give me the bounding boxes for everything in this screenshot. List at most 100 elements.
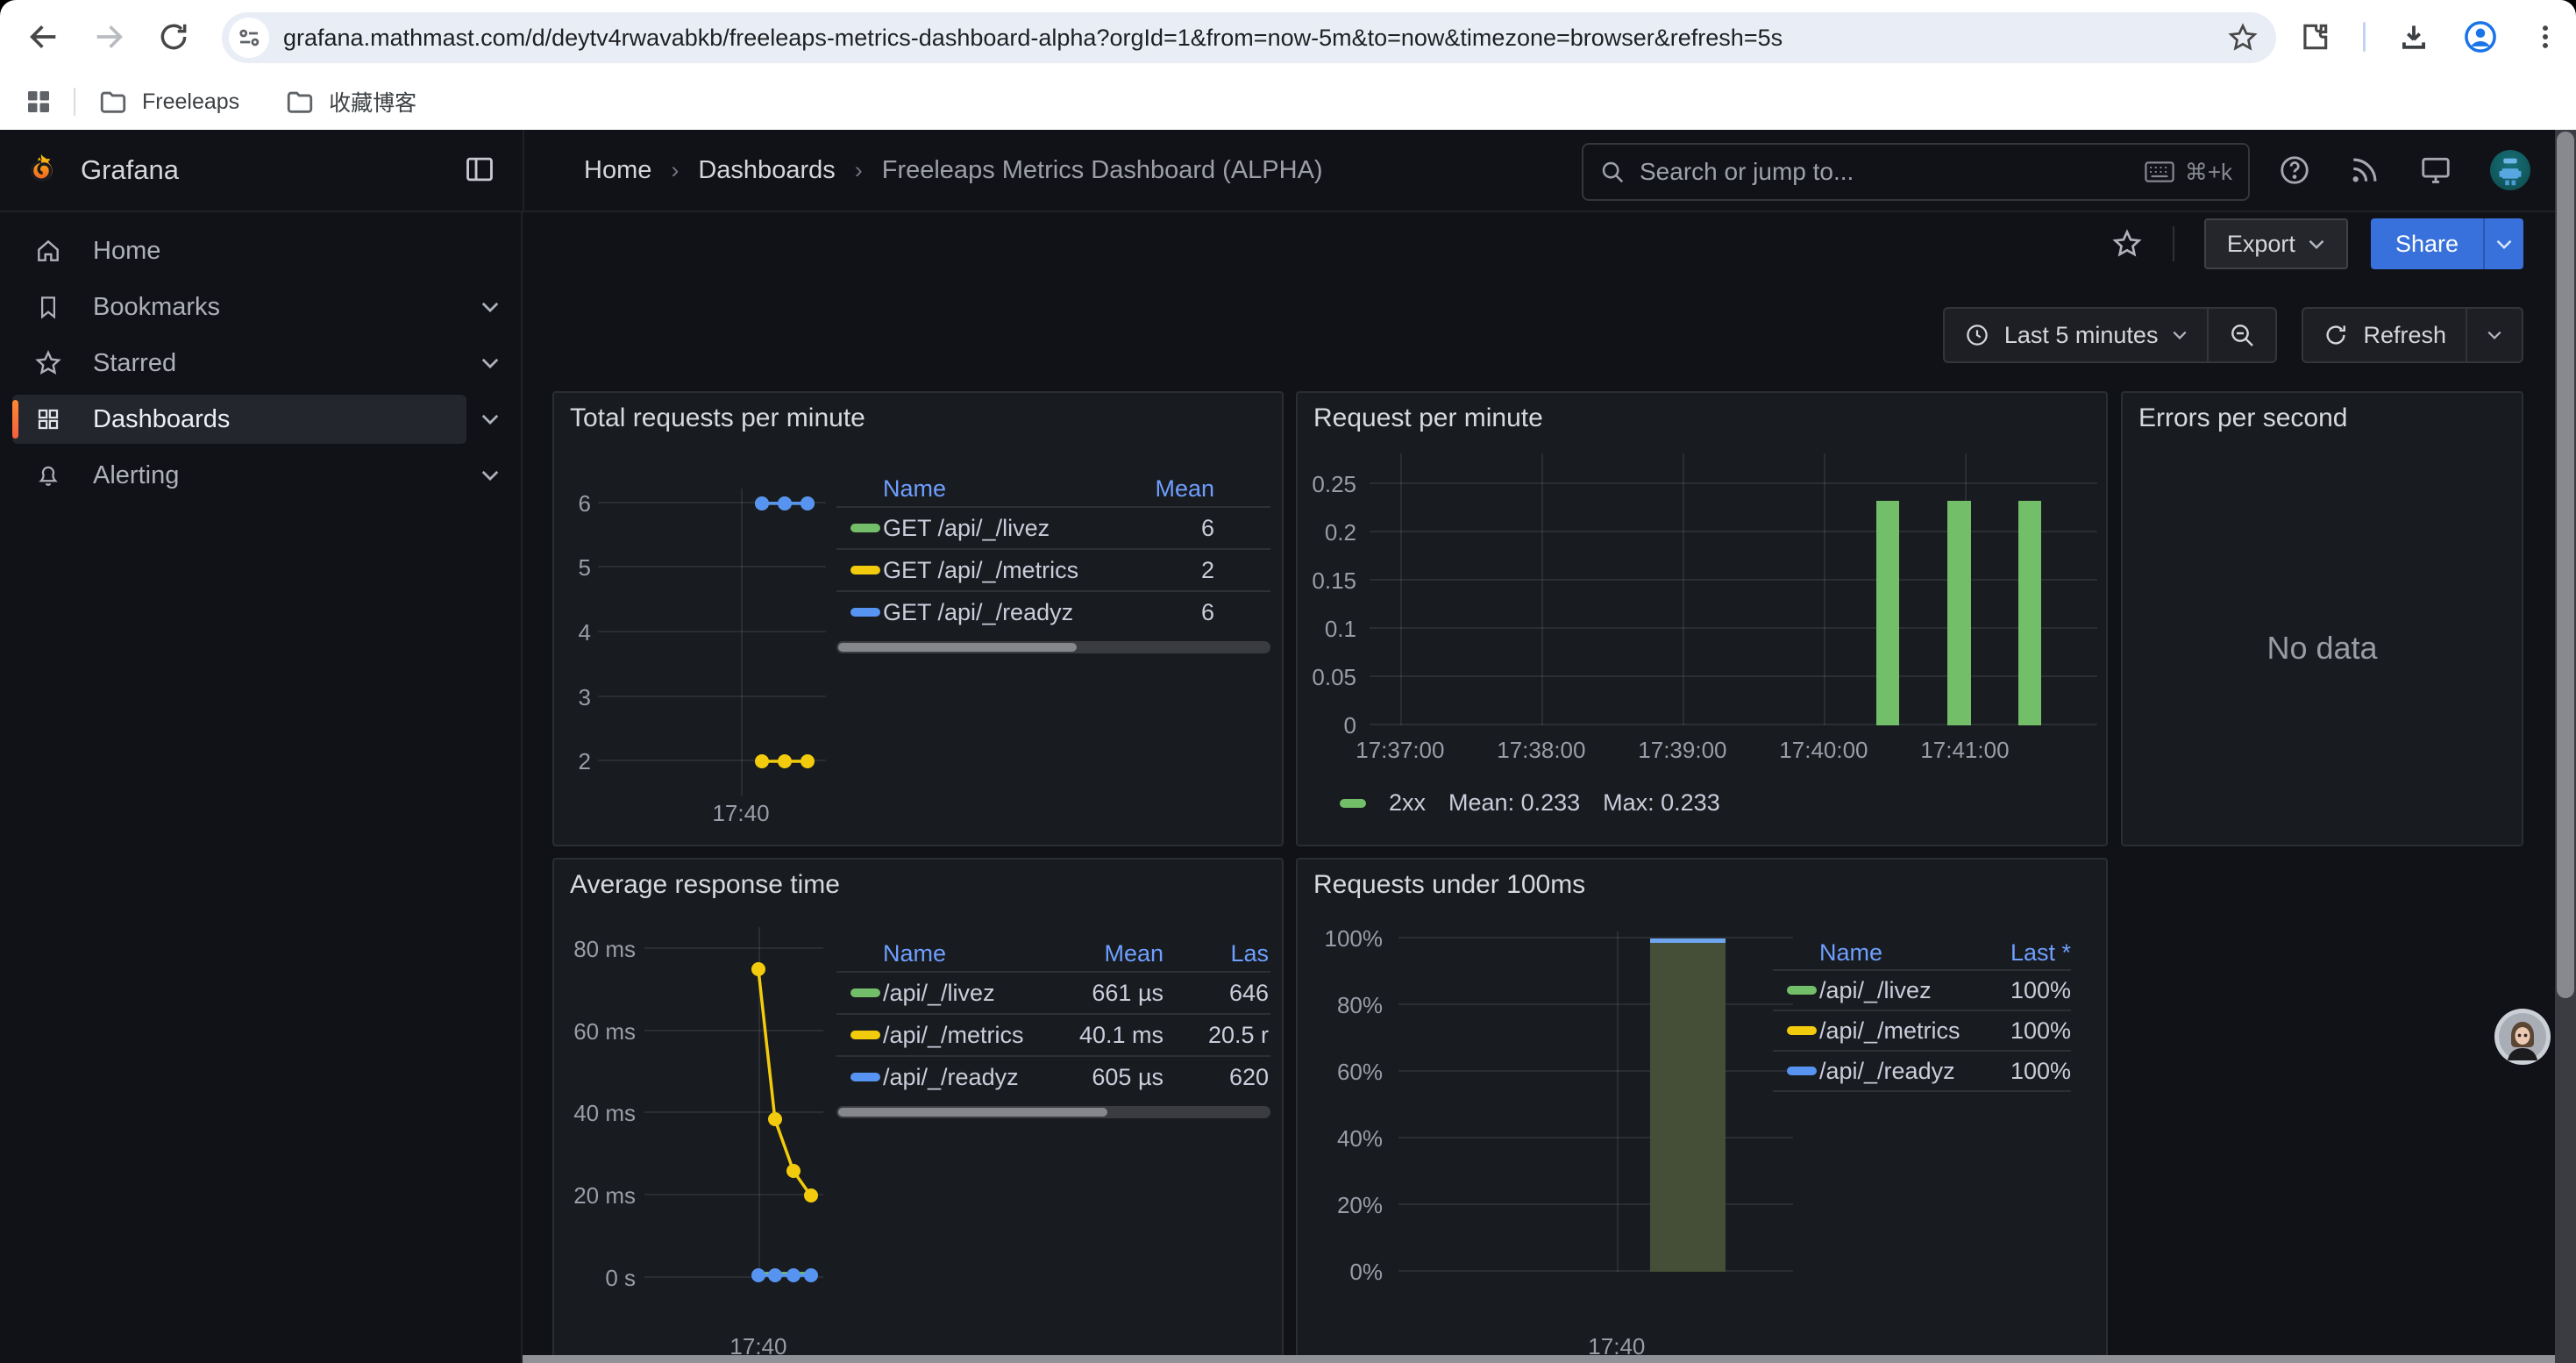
sidebar-toggle-button[interactable] [463,153,496,186]
panel-requests-under-100ms[interactable]: Requests under 100ms 0%20%40%60%80%100% … [1296,858,2108,1363]
sidebar-item-alerting[interactable]: Alerting [0,451,521,500]
legend-col-name[interactable]: Name [883,940,1032,967]
search-input[interactable]: Search or jump to... ⌘+k [1582,143,2250,201]
export-button[interactable]: Export [2204,218,2348,269]
y-tick-label: 4 [579,621,591,644]
y-tick-label: 0% [1349,1260,1383,1283]
site-settings-icon[interactable] [229,18,269,58]
share-menu-button[interactable] [2483,218,2523,269]
panel-average-response-time[interactable]: Average response time 80 ms60 ms40 ms20 … [552,858,1284,1363]
legend-col-mean[interactable]: Mean [1083,475,1214,503]
panel-title: Average response time [570,870,840,900]
panel-title: Request per minute [1313,403,1543,433]
time-range-group: Last 5 minutes [1943,307,2278,363]
legend-col-name[interactable]: Name [1819,939,1966,967]
y-tick-label: 20% [1337,1194,1383,1217]
bottom-scrollbar-strip[interactable] [523,1355,2555,1363]
gridline-horizontal [1370,531,2097,532]
legend-row[interactable]: GET /api/_/livez 6 [836,506,1270,548]
news-rss-icon[interactable] [2348,153,2381,187]
legend-row[interactable]: GET /api/_/metrics 2 [836,548,1270,590]
gridline-vertical [1824,453,1825,725]
back-button[interactable] [19,12,68,61]
bookmark-folder-blogs[interactable]: 收藏博客 [285,86,416,118]
bell-icon [33,461,63,489]
legend-col-mean[interactable]: Mean [1032,940,1163,967]
url-bar[interactable]: grafana.mathmast.com/d/deytv4rwavabkb/fr… [222,12,2276,63]
chevron-down-icon[interactable] [480,469,500,482]
y-tick-label: 20 ms [573,1184,636,1207]
legend-series[interactable]: 2xx [1389,789,1426,817]
bookmark-folder-label: 收藏博客 [329,86,416,118]
zoom-out-button[interactable] [2207,309,2275,361]
legend-row[interactable]: /api/_/livez 661 µs 646 [836,971,1270,1013]
series-color-pill [850,566,880,574]
sidebar-item-home[interactable]: Home [0,226,521,275]
apps-grid-icon[interactable] [23,86,54,118]
refresh-interval-button[interactable] [2466,309,2522,361]
legend-row[interactable]: /api/_/metrics 40.1 ms 20.5 r [836,1013,1270,1055]
gridline-horizontal [1398,1003,1793,1005]
legend-row[interactable]: GET /api/_/readyz 6 [836,590,1270,632]
legend-row[interactable]: /api/_/metrics 100% [1773,1010,2071,1050]
reload-icon [157,20,190,54]
time-range-picker[interactable]: Last 5 minutes [1945,309,2208,361]
menu-dots-icon[interactable] [2530,22,2560,52]
scrollbar-thumb[interactable] [2557,132,2574,998]
profile-icon[interactable] [2462,18,2499,55]
floating-assistant-avatar[interactable] [2494,1009,2551,1065]
panel-request-per-minute[interactable]: Request per minute 00.050.10.150.20.25 1… [1296,391,2108,846]
download-icon[interactable] [2397,20,2430,54]
chevron-down-icon [2172,330,2188,340]
forward-button[interactable] [84,12,133,61]
legend-col-last[interactable]: Last * [1966,939,2071,967]
legend-col-name[interactable]: Name [883,475,1083,503]
legend-row[interactable]: /api/_/livez 100% [1773,969,2071,1010]
chevron-down-icon[interactable] [480,301,500,313]
legend-row[interactable]: /api/_/readyz 605 µs 620 [836,1055,1270,1097]
star-icon [2227,22,2259,54]
legend-row[interactable]: /api/_/readyz 100% [1773,1050,2071,1092]
bookmark-folder-freeleaps[interactable]: Freeleaps [98,87,239,117]
chevron-down-icon[interactable] [480,357,500,369]
sidebar-item-bookmarks[interactable]: Bookmarks [0,282,521,332]
legend-scrollbar[interactable] [836,641,1270,653]
y-tick-label: 60 ms [573,1020,636,1043]
bookmark-star-button[interactable] [2227,22,2259,54]
breadcrumb-dashboards[interactable]: Dashboards [698,156,835,185]
breadcrumb-home[interactable]: Home [584,156,651,185]
chevron-down-icon[interactable] [480,413,500,425]
extensions-icon[interactable] [2298,20,2331,54]
series-color-pill [1787,986,1817,995]
y-tick-label: 80 ms [573,938,636,960]
page-scrollbar[interactable] [2555,130,2576,1363]
panel-legend: Name Mean Las /api/_/livez 661 µs 646 /a… [836,936,1270,1118]
share-button[interactable]: Share [2371,218,2483,269]
help-icon[interactable] [2278,153,2311,187]
url-text[interactable]: grafana.mathmast.com/d/deytv4rwavabkb/fr… [283,25,2227,52]
y-tick-label: 100% [1325,927,1384,950]
avatar-pixel-character [2490,150,2530,190]
legend-col-last[interactable]: Las [1171,940,1269,967]
x-tick-label: 17:40 [712,800,769,827]
panel-total-requests-per-minute[interactable]: Total requests per minute 23456 17:40 Na… [552,391,1284,846]
legend-scrollbar[interactable] [836,1106,1270,1118]
y-tick-label: 2 [579,750,591,773]
star-icon [2111,228,2143,260]
reload-button[interactable] [149,12,198,61]
sidebar-item-dashboards[interactable]: Dashboards [0,395,521,444]
sidebar-item-starred[interactable]: Starred [0,339,521,388]
chevron-down-icon [2487,330,2502,340]
panel-errors-per-second[interactable]: Errors per second No data [2121,391,2523,846]
gridline-horizontal [1370,579,2097,581]
grafana-logo[interactable] [23,151,60,189]
favorite-star-button[interactable] [2111,228,2143,260]
panel-legend: Name Mean GET /api/_/livez 6 GET /api/_/… [836,471,1270,653]
user-avatar[interactable] [2490,150,2530,190]
kiosk-monitor-icon[interactable] [2418,153,2453,187]
share-split-button: Share [2371,218,2523,269]
refresh-button[interactable]: Refresh [2303,309,2466,361]
x-tick-label: 17:38:00 [1497,737,1585,764]
grafana-brand-name: Grafana [81,154,179,186]
series-color-pill [850,1073,880,1081]
